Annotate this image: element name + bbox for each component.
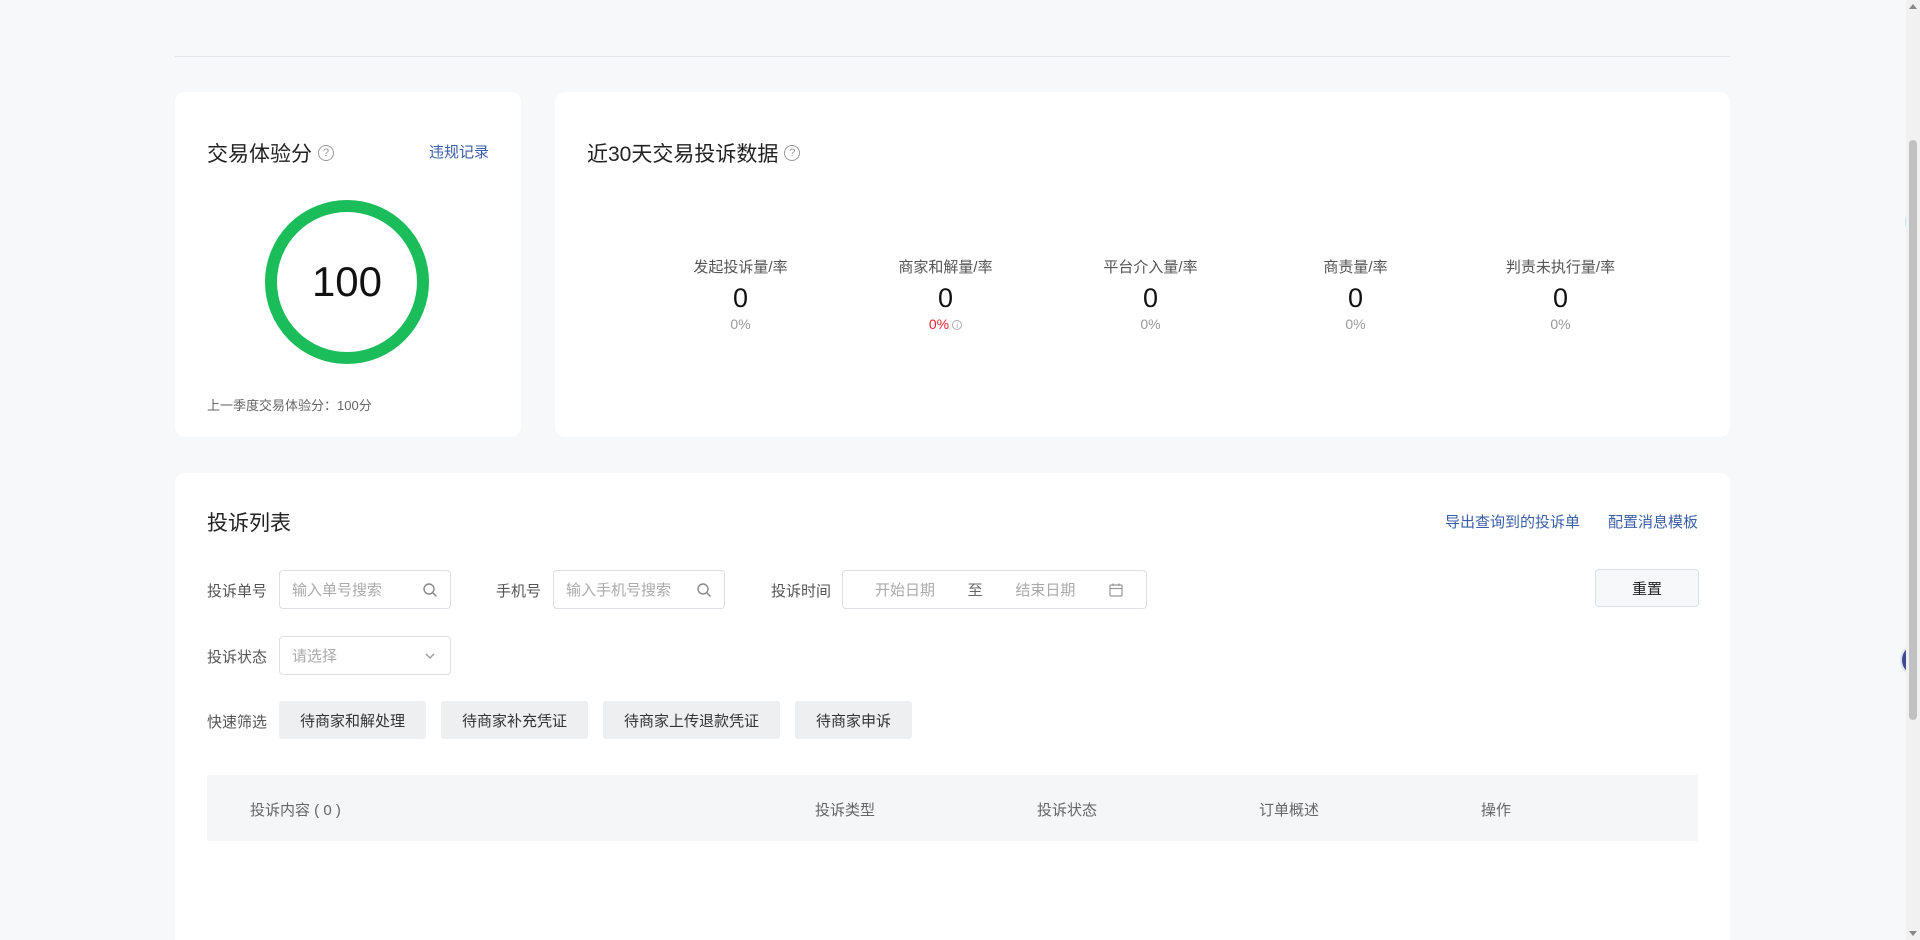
th-order-summary: 订单概述 — [1259, 802, 1320, 819]
page: 交易体验分 ? 违规记录 100 上一季度交易体验分：100分 近30天交易投诉… — [0, 0, 1920, 940]
phone-placeholder: 输入手机号搜索 — [566, 582, 672, 599]
stat-value: 0 — [1142, 283, 1159, 313]
complaint-list-title: 投诉列表 — [207, 512, 291, 535]
stat-rate-text: 0% — [928, 316, 950, 332]
stat-rate: 0% i — [843, 316, 1048, 332]
complaint-time-label: 投诉时间 — [771, 583, 832, 600]
stat-value: 0 — [1552, 283, 1569, 313]
search-icon[interactable] — [696, 582, 712, 598]
status-placeholder: 请选择 — [292, 648, 338, 665]
scroll-up-arrow-icon[interactable] — [1909, 4, 1917, 9]
complaint-list-card: 投诉列表 导出查询到的投诉单 配置消息模板 投诉单号 输入单号搜索 手机号 输入… — [175, 473, 1730, 940]
stat-label: 判责未执行量/率 — [1505, 259, 1616, 276]
stat-value: 0 — [937, 283, 954, 313]
quick-filter-pending-evidence[interactable]: 待商家补充凭证 — [441, 701, 589, 739]
scroll-thumb[interactable] — [1909, 140, 1917, 720]
score-value: 100 — [311, 258, 383, 305]
stat-label: 平台介入量/率 — [1103, 259, 1198, 276]
end-date-placeholder[interactable]: 结束日期 — [1015, 579, 1075, 600]
phone-input[interactable]: 输入手机号搜索 — [553, 570, 725, 609]
stat-value: 0 — [732, 283, 749, 313]
stat-platform-intervention: 平台介入量/率 0 0% — [1048, 256, 1253, 332]
th-complaint-type: 投诉类型 — [815, 802, 876, 819]
experience-score-card: 交易体验分 ? 违规记录 100 上一季度交易体验分：100分 — [175, 92, 521, 437]
experience-score-title-text: 交易体验分 — [207, 143, 312, 166]
stat-value: 0 — [1347, 283, 1364, 313]
th-actions: 操作 — [1481, 802, 1512, 819]
experience-score-title: 交易体验分 ? — [207, 138, 334, 168]
export-complaints-link[interactable]: 导出查询到的投诉单 — [1445, 511, 1580, 532]
quick-filter-label: 快速筛选 — [207, 714, 268, 731]
violation-record-link[interactable]: 违规记录 — [429, 141, 489, 162]
date-range-picker[interactable]: 开始日期 至 结束日期 — [842, 570, 1147, 609]
reset-button[interactable]: 重置 — [1595, 569, 1699, 607]
help-icon[interactable]: ? — [318, 145, 334, 161]
stat-rate: 0% — [730, 316, 751, 332]
th-complaint-content: 投诉内容 ( 0 ) — [250, 802, 341, 819]
complaint-stats-title: 近30天交易投诉数据 ? — [587, 138, 801, 168]
range-separator: 至 — [967, 582, 983, 599]
order-no-input[interactable]: 输入单号搜索 — [279, 570, 451, 609]
page-scrollbar[interactable] — [1906, 0, 1920, 940]
complaint-status-label: 投诉状态 — [207, 649, 268, 666]
complaint-status-select[interactable]: 请选择 — [279, 636, 451, 675]
quick-filter-pending-settlement[interactable]: 待商家和解处理 — [279, 701, 427, 739]
order-no-label: 投诉单号 — [207, 583, 268, 600]
stat-label: 商责量/率 — [1323, 259, 1388, 276]
phone-label: 手机号 — [496, 583, 542, 600]
start-date-placeholder[interactable]: 开始日期 — [875, 579, 935, 600]
order-no-placeholder: 输入单号搜索 — [292, 582, 383, 599]
complaint-table-header: 投诉内容 ( 0 ) 投诉类型 投诉状态 订单概述 操作 — [207, 775, 1698, 841]
stat-initiated: 发起投诉量/率 0 0% — [638, 256, 843, 332]
calendar-icon[interactable] — [1108, 582, 1124, 598]
stat-rate: 0% — [1550, 316, 1571, 332]
top-divider — [175, 56, 1730, 57]
quick-filter-pending-appeal[interactable]: 待商家申诉 — [795, 701, 913, 739]
score-ring: 100 — [265, 200, 429, 364]
complaint-stats-card: 近30天交易投诉数据 ? 发起投诉量/率 0 0% 商家和解量/率 0 0% i … — [555, 92, 1730, 437]
stat-rate: 0% — [1140, 316, 1161, 332]
stat-rate: 0% — [1345, 316, 1366, 332]
chevron-down-icon[interactable] — [422, 648, 438, 664]
stat-merchant-settled: 商家和解量/率 0 0% i — [843, 256, 1048, 332]
help-icon[interactable]: ? — [784, 145, 801, 161]
stat-label: 商家和解量/率 — [898, 259, 993, 276]
stat-label: 发起投诉量/率 — [693, 259, 788, 276]
search-icon[interactable] — [422, 582, 438, 598]
message-template-link[interactable]: 配置消息模板 — [1608, 511, 1698, 532]
last-quarter-score: 上一季度交易体验分：100分 — [207, 398, 372, 413]
th-complaint-status: 投诉状态 — [1037, 802, 1098, 819]
stats-row: 发起投诉量/率 0 0% 商家和解量/率 0 0% i 平台介入量/率 0 0% … — [638, 256, 1663, 332]
complaint-stats-title-text: 近30天交易投诉数据 — [587, 143, 779, 166]
scroll-down-arrow-icon[interactable] — [1909, 931, 1917, 936]
stat-merchant-liability: 商责量/率 0 0% — [1253, 256, 1458, 332]
info-icon[interactable]: i — [952, 320, 963, 331]
stat-unexecuted: 判责未执行量/率 0 0% — [1458, 256, 1663, 332]
quick-filter-pending-refund-proof[interactable]: 待商家上传退款凭证 — [603, 701, 781, 739]
